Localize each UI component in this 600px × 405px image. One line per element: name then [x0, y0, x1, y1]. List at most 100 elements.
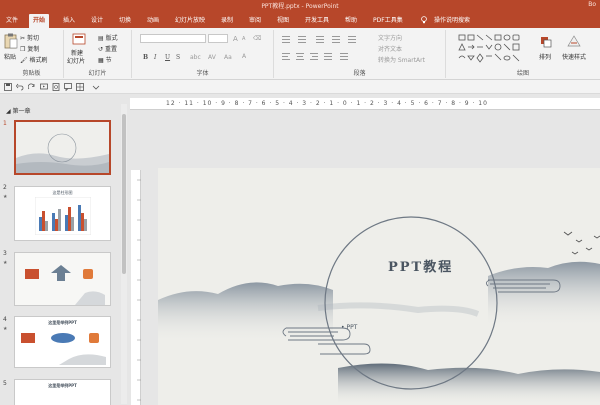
clear-format-icon[interactable]: ⌫ [253, 35, 261, 42]
section-header[interactable]: ◢ 第一章 [6, 106, 31, 115]
ribbon: 粘贴 ✂ 剪切 ❐ 复制 🖌 格式刷 剪贴板 新建 幻灯片 ▤ 版式 ↺ 重置 … [0, 28, 600, 80]
font-size-combo[interactable] [208, 34, 228, 43]
copy-button[interactable]: ❐ 复制 [20, 44, 39, 53]
layout-icon: ▤ [98, 35, 104, 42]
reset-icon: ↺ [98, 46, 104, 53]
undo-icon[interactable] [16, 83, 24, 91]
slides-group-label: 幻灯片 [88, 70, 107, 77]
tab-file[interactable]: 文件 [2, 14, 22, 28]
copy-icon: ❐ [20, 46, 26, 53]
tab-record[interactable]: 录制 [217, 14, 237, 28]
reset-button[interactable]: ↺ 重置 [98, 44, 117, 53]
thumb-title: 这是柱形图 [52, 190, 73, 195]
slide-number: 4 [3, 316, 7, 323]
font-group: A A ⌫ B I U S abc AV Aa A 字体 [132, 30, 274, 78]
slide-canvas[interactable]: PPT教程 • PPT [158, 168, 600, 405]
tab-pdf-tools[interactable]: PDF工具集 [369, 14, 407, 28]
scrollbar-thumb[interactable] [122, 114, 126, 274]
drawing-group-label: 绘图 [516, 70, 529, 77]
slide-thumbnail-1[interactable] [14, 120, 111, 175]
ink-landscape-icon [158, 216, 600, 405]
animation-star-icon: ★ [3, 194, 8, 200]
tab-developer[interactable]: 开发工具 [301, 14, 333, 28]
tab-design[interactable]: 设计 [87, 14, 107, 28]
quick-styles-icon[interactable] [566, 34, 582, 48]
cut-label: 剪切 [26, 35, 39, 42]
ribbon-tabs: 文件 开始 插入 设计 切换 动画 幻灯片放映 录制 审阅 视图 开发工具 帮助… [0, 11, 600, 28]
animation-star-icon: ★ [3, 326, 8, 332]
new-slide-icon[interactable] [72, 33, 86, 45]
customize-qat-icon[interactable] [92, 83, 100, 91]
char-spacing-icon[interactable]: AV [208, 54, 216, 61]
italic-button[interactable]: I [154, 54, 156, 61]
font-name-combo[interactable] [140, 34, 206, 43]
arrange-button[interactable]: 排列 [539, 52, 551, 61]
tab-help[interactable]: 帮助 [341, 14, 361, 28]
paste-button[interactable]: 粘贴 [4, 52, 16, 61]
slide-thumbnail-3[interactable] [14, 252, 111, 306]
cut-button[interactable]: ✂ 剪切 [20, 33, 39, 42]
tab-home[interactable]: 开始 [29, 14, 50, 28]
text-direction-button[interactable]: 文字方向 [378, 33, 402, 42]
brush-icon: 🖌 [20, 57, 28, 64]
font-color-icon[interactable]: A [242, 53, 246, 60]
paragraph-group: 文字方向 对齐文本 转换为 SmartArt 段落 [274, 30, 446, 78]
animation-star-icon: ★ [3, 260, 8, 266]
shapes-gallery-icon[interactable] [458, 34, 528, 64]
slides-pane-scrollbar[interactable] [121, 104, 127, 404]
tell-me-search[interactable]: 操作说明搜索 [430, 14, 474, 28]
vertical-ruler [131, 170, 141, 405]
bold-button[interactable]: B [143, 54, 148, 61]
tab-slideshow[interactable]: 幻灯片放映 [171, 14, 209, 28]
copy-label: 复制 [27, 46, 40, 53]
clipboard-group: 粘贴 ✂ 剪切 ❐ 复制 🖌 格式刷 剪贴板 [0, 30, 64, 78]
paste-icon[interactable] [4, 33, 18, 49]
tab-animations[interactable]: 动画 [143, 14, 163, 28]
font-group-label: 字体 [196, 70, 209, 77]
list-buttons-icon[interactable] [282, 35, 372, 43]
format-painter-button[interactable]: 🖌 格式刷 [20, 55, 48, 64]
clipboard-group-label: 剪贴板 [22, 70, 41, 77]
new-slide-label[interactable]: 幻灯片 [67, 56, 85, 65]
arrange-icon[interactable] [540, 36, 552, 48]
align-text-button[interactable]: 对齐文本 [378, 44, 402, 53]
slide-title[interactable]: PPT教程 [388, 256, 453, 275]
slide-thumbnail-5[interactable]: 这里是举例PPT [14, 379, 111, 405]
tab-view[interactable]: 视图 [273, 14, 293, 28]
thumb-title: 这里是举例PPT [48, 383, 77, 388]
quick-styles-button[interactable]: 快速样式 [562, 52, 586, 61]
draw-table-icon[interactable] [76, 83, 84, 91]
section-title: 第一章 [12, 108, 31, 115]
tab-insert[interactable]: 插入 [59, 14, 79, 28]
start-slideshow-icon[interactable] [40, 83, 48, 91]
thumb-title: 这里是举例PPT [48, 320, 77, 325]
vertical-ruler-ticks [137, 179, 141, 401]
tab-review[interactable]: 审阅 [245, 14, 265, 28]
underline-button[interactable]: U [165, 54, 170, 61]
section-button[interactable]: ▦ 节 [98, 55, 112, 64]
strikethrough-icon[interactable]: abc [190, 54, 201, 61]
grow-font-button[interactable]: A [233, 35, 238, 43]
align-buttons-icon[interactable] [282, 52, 372, 60]
slide-subtitle[interactable]: • PPT [341, 324, 357, 331]
comment-tool-icon[interactable] [64, 83, 72, 91]
user-name[interactable]: Bo [588, 1, 596, 8]
print-preview-icon[interactable] [52, 83, 60, 91]
layout-button[interactable]: ▤ 版式 [98, 33, 118, 42]
paragraph-group-label: 段落 [353, 70, 366, 77]
slide-number: 2 [3, 184, 7, 191]
slide-number: 5 [3, 380, 7, 387]
change-case-icon[interactable]: Aa [224, 54, 232, 61]
quick-access-toolbar [0, 80, 600, 94]
scissors-icon: ✂ [20, 35, 26, 42]
smartart-button[interactable]: 转换为 SmartArt [378, 55, 425, 64]
thumb-content-icon [21, 333, 106, 365]
slide-thumbnail-4[interactable]: 这里是举例PPT [14, 316, 111, 368]
tab-transitions[interactable]: 切换 [115, 14, 135, 28]
reset-label: 重置 [104, 46, 117, 53]
slide-thumbnail-2[interactable]: 这是柱形图 [14, 186, 111, 241]
redo-icon[interactable] [28, 83, 36, 91]
save-icon[interactable] [4, 83, 12, 91]
shadow-button[interactable]: S [176, 54, 180, 61]
shrink-font-button[interactable]: A [242, 36, 245, 42]
